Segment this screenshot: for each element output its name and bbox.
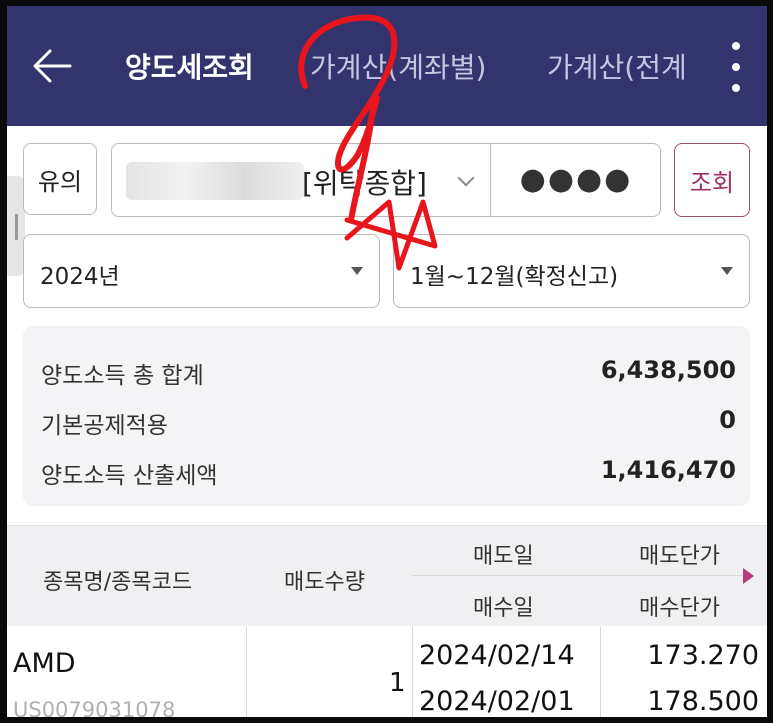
- summary-label: 기본공제적용: [41, 413, 168, 439]
- caret-down-icon: [721, 267, 733, 275]
- account-type-label: [위탁종합]: [302, 167, 427, 200]
- summary-label: 양도소득 산출세액: [41, 463, 218, 489]
- summary-value: 6,438,500: [600, 356, 736, 384]
- buy-date: 2024/02/01: [419, 686, 575, 717]
- divider: [600, 626, 601, 717]
- summary-row-basic-deduction: 기본공제적용 0: [41, 406, 736, 439]
- header-sell-qty: 매도수량: [284, 570, 365, 595]
- divider: [412, 626, 413, 717]
- app-screen: 양도세조회 가계산(계좌별) 가계산(전계 유의 [위탁종합] ●●●● 조회 …: [7, 6, 767, 717]
- chevron-down-icon: [457, 169, 475, 187]
- back-arrow-icon: [33, 49, 72, 83]
- period-select-value: 1월~12월(확정신고): [410, 264, 619, 290]
- more-menu-button[interactable]: [721, 42, 751, 92]
- stock-name: AMD: [13, 648, 76, 679]
- summary-value: 0: [719, 406, 736, 434]
- buy-price: 178.500: [647, 686, 759, 717]
- summary-panel: 양도소득 총 합계 6,438,500 기본공제적용 0 양도소득 산출세액 1…: [23, 326, 750, 506]
- notice-button[interactable]: 유의: [23, 143, 97, 215]
- divider: [412, 575, 752, 576]
- header-sell-date: 매도일: [473, 544, 534, 569]
- password-field[interactable]: ●●●●: [492, 158, 660, 202]
- year-select-value: 2024년: [40, 264, 120, 290]
- summary-row-tax: 양도소득 산출세액 1,416,470: [41, 456, 736, 489]
- back-button[interactable]: [27, 44, 77, 88]
- more-vertical-icon: [732, 42, 740, 50]
- summary-value: 1,416,470: [600, 456, 736, 484]
- account-number-redacted: [126, 162, 304, 200]
- table-row[interactable]: AMD US0079031078 1 2024/02/14 2024/02/01…: [7, 626, 767, 717]
- summary-label: 양도소득 총 합계: [41, 363, 204, 389]
- header-buy-price: 매수단가: [639, 596, 720, 621]
- divider: [246, 626, 247, 717]
- tab-estimate-all-accounts[interactable]: 가계산(전계: [547, 50, 687, 86]
- divider: [490, 144, 491, 216]
- period-select[interactable]: 1월~12월(확정신고): [393, 234, 750, 308]
- header-name-code: 종목명/종목코드: [43, 570, 193, 595]
- header-buy-date: 매수일: [473, 596, 534, 621]
- stock-code: US0079031078: [13, 698, 176, 717]
- year-select[interactable]: 2024년: [23, 234, 380, 308]
- account-selector[interactable]: [위탁종합] ●●●●: [111, 143, 661, 217]
- summary-row-total: 양도소득 총 합계 6,438,500: [41, 356, 736, 389]
- table-header: 종목명/종목코드 매도수량 매도일 매수일 매도단가 매수단가: [7, 525, 767, 627]
- sell-date: 2024/02/14: [419, 640, 575, 671]
- sell-quantity: 1: [389, 668, 406, 698]
- query-button[interactable]: 조회: [674, 143, 750, 217]
- tab-estimate-by-account[interactable]: 가계산(계좌별): [310, 50, 486, 86]
- caret-down-icon: [351, 267, 363, 275]
- top-app-bar: 양도세조회 가계산(계좌별) 가계산(전계: [7, 6, 767, 126]
- tab-capital-gains-inquiry[interactable]: 양도세조회: [125, 50, 254, 86]
- caret-right-icon[interactable]: [743, 568, 754, 584]
- sell-price: 173.270: [647, 640, 759, 671]
- header-sell-price: 매도단가: [639, 544, 720, 569]
